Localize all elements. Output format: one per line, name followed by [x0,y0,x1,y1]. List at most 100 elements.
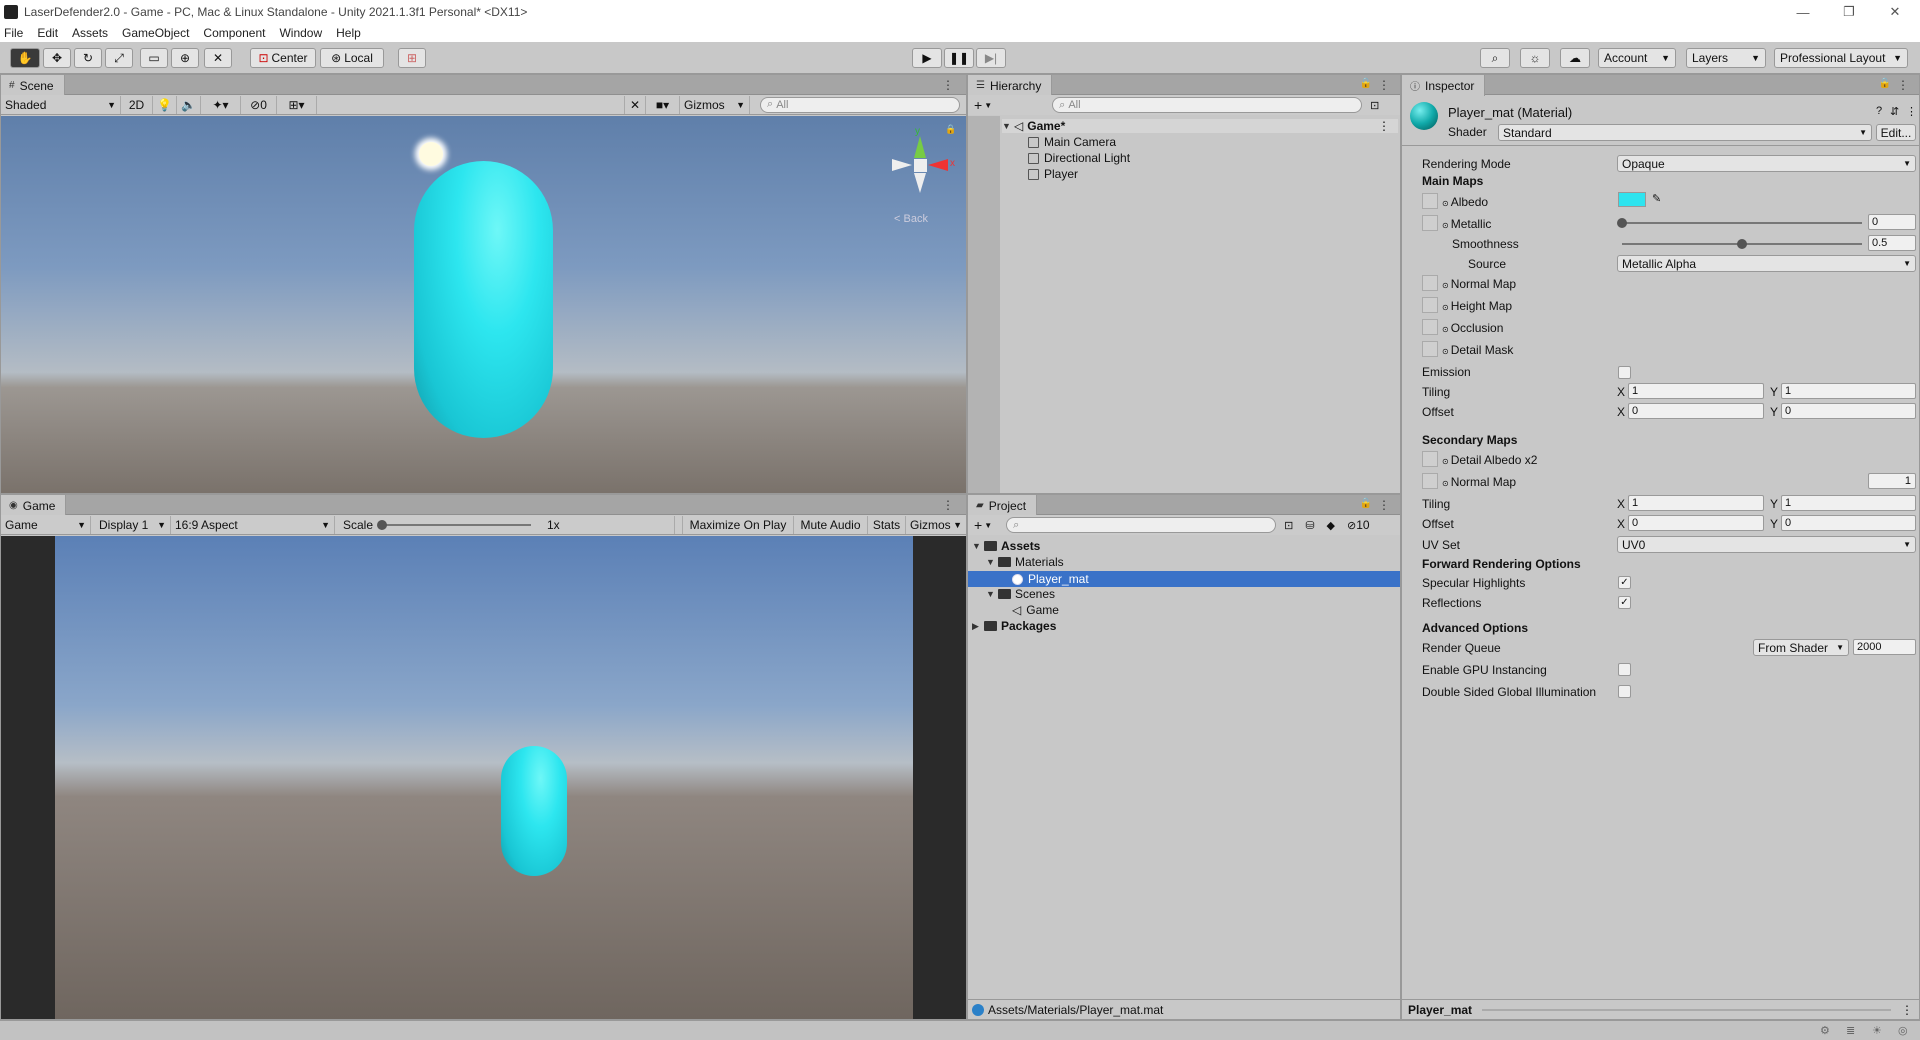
project-search-input[interactable]: ⌕ [1006,517,1277,533]
menu-component[interactable]: Component [203,26,265,40]
tab-inspector[interactable]: ⓘ Inspector [1402,75,1486,96]
hierarchy-item-directional-light[interactable]: Directional Light [1028,151,1130,165]
shader-dropdown[interactable]: Standard ▼ [1498,124,1872,141]
layers-dropdown[interactable]: Layers ▼ [1686,48,1766,68]
height-map-slot[interactable] [1422,297,1438,313]
directional-light-icon[interactable] [419,142,443,166]
custom-tool-button[interactable]: ✕ [204,48,232,68]
gizmo-center-cube[interactable] [914,159,927,172]
smoothness-slider-knob[interactable] [1737,239,1747,249]
normal-map-slot[interactable] [1422,275,1438,291]
menu-help[interactable]: Help [336,26,361,40]
metallic-texture-slot[interactable] [1422,215,1438,231]
detail-mask-slot[interactable] [1422,341,1438,357]
kebab-menu-icon[interactable]: ⋮ [1378,78,1390,92]
menu-assets[interactable]: Assets [72,26,108,40]
tab-hierarchy[interactable]: ☰ Hierarchy [968,75,1053,96]
rect-tool-button[interactable]: ▭ [140,48,168,68]
lock-icon[interactable]: 🔒 [1360,498,1372,509]
search-button[interactable]: ⌕ [1480,48,1510,68]
stack-icon[interactable]: ≣ [1846,1024,1855,1037]
pivot-center-button[interactable]: ⊡ Center [250,48,316,68]
detail-albedo-slot[interactable] [1422,451,1438,467]
scene-root-item[interactable]: ▼ ◁ Game* ⋮ [1002,119,1398,133]
secondary-tiling-x-field[interactable]: 1 [1628,495,1764,511]
grid-dropdown[interactable]: ⊞▾ [277,95,317,114]
gpu-instancing-checkbox[interactable] [1618,663,1631,676]
menu-window[interactable]: Window [279,26,322,40]
label-tag-icon[interactable]: ◆ [1327,519,1335,532]
eye-slash-icon[interactable]: ⊘ [1347,519,1356,532]
game-viewport[interactable] [55,536,913,1019]
layout-dropdown[interactable]: Professional Layout ▼ [1774,48,1908,68]
step-button[interactable]: ▶| [976,48,1006,68]
edit-shader-button[interactable]: Edit... [1876,124,1916,141]
offset-x-field[interactable]: 0 [1628,403,1764,419]
scale-slider[interactable]: Scale 1x [335,515,675,534]
uv-set-dropdown[interactable]: UV0 ▼ [1617,536,1916,553]
render-queue-mode-dropdown[interactable]: From Shader ▼ [1753,639,1849,656]
hidden-objects-toggle[interactable]: ⊘ 0 [241,95,277,114]
preset-icon[interactable]: ⇵ [1890,105,1899,118]
move-tool-button[interactable]: ✥ [43,48,71,68]
pause-button[interactable]: ❚❚ [944,48,974,68]
specular-checkbox[interactable]: ✓ [1618,576,1631,589]
create-asset-button[interactable]: + [974,517,982,533]
reflections-checkbox[interactable]: ✓ [1618,596,1631,609]
metallic-value-field[interactable]: 0 [1868,214,1916,230]
mute-audio-toggle[interactable]: Mute Audio [794,515,868,534]
metallic-slider-track[interactable] [1622,222,1862,224]
play-button[interactable]: ▶ [912,48,942,68]
tools-toggle[interactable]: ✕ [624,95,646,114]
tab-scene[interactable]: # Scene [1,75,65,96]
player-capsule[interactable] [414,161,553,438]
add-object-button[interactable]: + [974,97,982,113]
kebab-menu-icon[interactable]: ⋮ [1906,105,1917,118]
help-icon[interactable]: ? [1876,105,1882,117]
albedo-color-swatch[interactable] [1618,192,1646,207]
project-item-player-mat[interactable]: Player_mat [968,571,1400,587]
collapse-arrow-icon[interactable]: ▶ [972,621,980,632]
lock-icon[interactable]: 🔒 [1360,78,1372,89]
maximize-on-play-toggle[interactable]: Maximize On Play [682,515,794,534]
tiling-x-field[interactable]: 1 [1628,383,1764,399]
pivot-local-button[interactable]: ⊛ Local [320,48,384,68]
lock-icon[interactable]: 🔒 [945,124,956,135]
display-dropdown[interactable]: Display 1 ▼ [91,515,171,534]
close-button[interactable]: ✕ [1872,0,1918,24]
project-item-materials[interactable]: ▼ Materials [986,555,1064,569]
menu-file[interactable]: File [4,26,23,40]
lighting-toggle[interactable]: 💡 [153,95,177,114]
secondary-tiling-y-field[interactable]: 1 [1781,495,1916,511]
search-mode-icon[interactable]: ⊡ [1284,519,1293,532]
rotate-tool-button[interactable]: ↻ [74,48,102,68]
kebab-menu-icon[interactable]: ⋮ [1901,1003,1913,1017]
eyedropper-icon[interactable]: ✎ [1652,192,1661,205]
kebab-menu-icon[interactable]: ⋮ [1378,498,1390,512]
toggle-2d-button[interactable]: 2D [121,95,153,114]
hierarchy-item-player[interactable]: Player [1028,167,1078,181]
render-queue-value-field[interactable]: 2000 [1853,639,1916,655]
secondary-normal-scale-field[interactable]: 1 [1868,473,1916,489]
lock-icon[interactable]: 🔒 [1879,78,1891,89]
aspect-dropdown[interactable]: 16:9 Aspect ▼ [171,515,335,534]
rendering-mode-dropdown[interactable]: Opaque ▼ [1617,155,1916,172]
effects-dropdown[interactable]: ✦▾ [201,95,241,114]
tiling-y-field[interactable]: 1 [1781,383,1916,399]
albedo-texture-slot[interactable] [1422,193,1438,209]
project-item-game-scene[interactable]: ◁ Game [1012,603,1059,617]
smoothness-value-field[interactable]: 0.5 [1868,235,1916,251]
emission-checkbox[interactable] [1618,366,1631,379]
menu-gameobject[interactable]: GameObject [122,26,189,40]
expand-arrow-icon[interactable]: ▼ [972,541,981,551]
scale-knob[interactable] [377,519,387,530]
scale-tool-button[interactable]: ⤢ [105,48,133,68]
scene-search-input[interactable]: ⌕ All [760,96,960,113]
shading-mode-dropdown[interactable]: Shaded ▼ [1,95,121,114]
bug-icon[interactable]: ⚙ [1820,1024,1830,1037]
scene-viewport[interactable]: y x < Back 🔒 [1,116,966,493]
stats-toggle[interactable]: Stats [868,515,906,534]
transform-tool-button[interactable]: ⊕ [171,48,199,68]
double-sided-gi-checkbox[interactable] [1618,685,1631,698]
secondary-offset-y-field[interactable]: 0 [1781,515,1916,531]
